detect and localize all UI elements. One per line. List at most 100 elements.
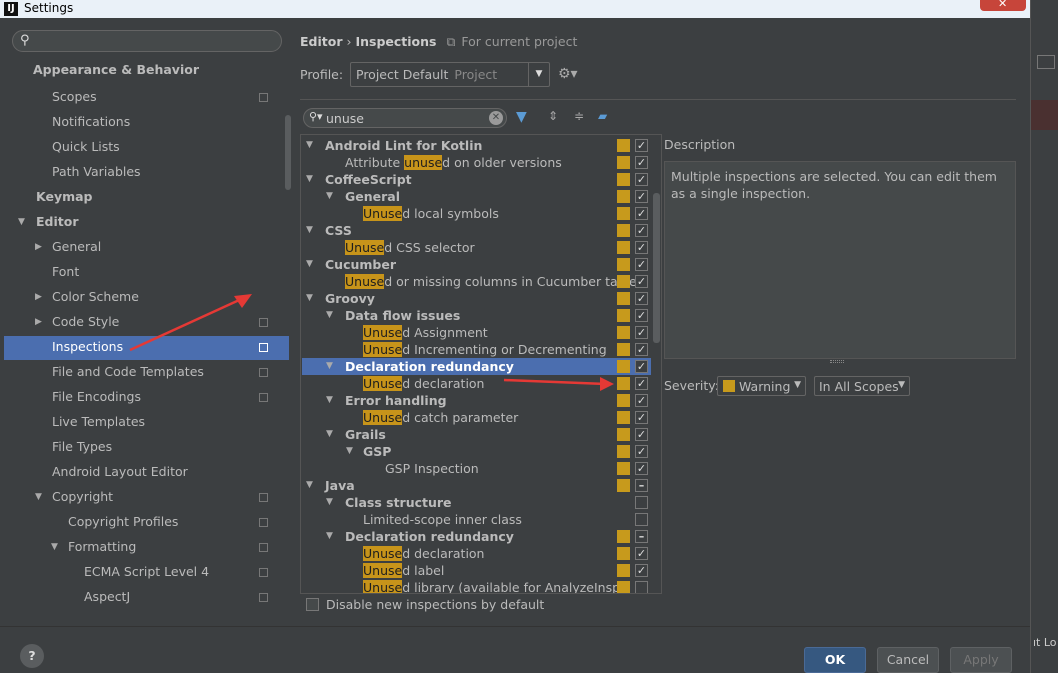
chevron-down-icon[interactable]: ▼ bbox=[326, 188, 333, 205]
inspection-enable-checkbox[interactable]: ✓ bbox=[635, 173, 648, 186]
inspection-group[interactable]: ▼ CSS ✓ bbox=[301, 222, 661, 239]
inspection-enable-checkbox[interactable]: ✓ bbox=[635, 224, 648, 237]
breadcrumb-editor[interactable]: Editor bbox=[300, 34, 343, 49]
chevron-down-icon[interactable]: ▼ bbox=[51, 536, 58, 558]
inspection-enable-checkbox[interactable]: ✓ bbox=[635, 411, 648, 424]
sidebar-item-quick-lists[interactable]: Quick Lists bbox=[52, 136, 120, 158]
sidebar-item-general[interactable]: General bbox=[52, 236, 101, 258]
expand-all-icon[interactable]: ⇕ bbox=[548, 109, 558, 123]
inspection-item[interactable]: Unused or missing columns in Cucumber ta… bbox=[301, 273, 661, 290]
sidebar-item-ecma-script-level-4[interactable]: ECMA Script Level 4 bbox=[84, 561, 209, 583]
chevron-right-icon[interactable]: ▶ bbox=[35, 236, 42, 258]
chevron-down-icon[interactable]: ▼ bbox=[18, 211, 25, 233]
sidebar-item-editor[interactable]: Editor bbox=[36, 211, 79, 233]
inspection-enable-checkbox[interactable]: ✓ bbox=[635, 462, 648, 475]
sidebar-item-aspectj[interactable]: AspectJ bbox=[84, 586, 130, 608]
inspection-item[interactable]: GSP Inspection ✓ bbox=[301, 460, 661, 477]
inspection-enable-checkbox[interactable]: – bbox=[635, 479, 648, 492]
inspection-enable-checkbox[interactable]: ✓ bbox=[635, 326, 648, 339]
chevron-down-icon[interactable]: ▼ bbox=[306, 256, 313, 273]
sidebar-item-file-types[interactable]: File Types bbox=[52, 436, 112, 458]
clear-icon[interactable]: ✕ bbox=[489, 111, 503, 125]
inspection-enable-checkbox[interactable]: ✓ bbox=[635, 156, 648, 169]
inspection-enable-checkbox[interactable]: ✓ bbox=[635, 445, 648, 458]
inspection-enable-checkbox[interactable]: ✓ bbox=[635, 292, 648, 305]
inspection-item[interactable]: Unused declaration ✓ bbox=[301, 375, 661, 392]
inspection-item[interactable]: Unused CSS selector ✓ bbox=[301, 239, 661, 256]
sidebar-item-file-encodings[interactable]: File Encodings bbox=[52, 386, 141, 408]
chevron-down-icon[interactable]: ▼ bbox=[326, 307, 333, 324]
inspection-item[interactable]: Attribute unused on older versions ✓ bbox=[301, 154, 661, 171]
inspection-enable-checkbox[interactable]: – bbox=[635, 530, 648, 543]
inspection-enable-checkbox[interactable]: ✓ bbox=[635, 377, 648, 390]
splitter-grip[interactable] bbox=[830, 360, 844, 363]
chevron-down-icon[interactable]: ▼ bbox=[326, 528, 333, 545]
inspection-item[interactable]: Unused Incrementing or Decrementing ✓ bbox=[301, 341, 661, 358]
inspection-group[interactable]: ▼ General ✓ bbox=[301, 188, 661, 205]
inspection-enable-checkbox[interactable]: ✓ bbox=[635, 428, 648, 441]
settings-search-input[interactable]: ⚲ bbox=[12, 30, 282, 52]
inspection-group[interactable]: ▼ Cucumber ✓ bbox=[301, 256, 661, 273]
sidebar-item-copyright[interactable]: Copyright bbox=[52, 486, 113, 508]
inspection-group[interactable]: ▼ Error handling ✓ bbox=[301, 392, 661, 409]
chevron-down-icon[interactable]: ▼ bbox=[326, 494, 333, 511]
inspection-enable-checkbox[interactable] bbox=[635, 581, 648, 593]
inspection-item[interactable]: Limited-scope inner class bbox=[301, 511, 661, 528]
inspection-enable-checkbox[interactable]: ✓ bbox=[635, 207, 648, 220]
sidebar-item-font[interactable]: Font bbox=[52, 261, 79, 283]
reset-icon[interactable]: ▰ bbox=[598, 109, 607, 123]
sidebar-item-file-and-code-templates[interactable]: File and Code Templates bbox=[52, 361, 204, 383]
inspection-item[interactable]: Unused catch parameter ✓ bbox=[301, 409, 661, 426]
sidebar-item-color-scheme[interactable]: Color Scheme bbox=[52, 286, 139, 308]
inspection-enable-checkbox[interactable]: ✓ bbox=[635, 564, 648, 577]
sidebar-item-live-templates[interactable]: Live Templates bbox=[52, 411, 145, 433]
collapse-all-icon[interactable]: ≑ bbox=[574, 109, 584, 123]
chevron-down-icon[interactable]: ▼ bbox=[326, 358, 333, 375]
gear-icon[interactable]: ⚙▾ bbox=[558, 66, 578, 82]
inspection-enable-checkbox[interactable] bbox=[635, 496, 648, 509]
inspection-enable-checkbox[interactable]: ✓ bbox=[635, 241, 648, 254]
inspection-group[interactable]: ▼ Class structure bbox=[301, 494, 661, 511]
inspection-group[interactable]: ▼ Android Lint for Kotlin ✓ bbox=[301, 137, 661, 154]
chevron-down-icon[interactable]: ▼ bbox=[306, 137, 313, 154]
window-close-button[interactable]: ✕ bbox=[980, 0, 1026, 11]
inspection-enable-checkbox[interactable]: ✓ bbox=[635, 258, 648, 271]
inspection-group[interactable]: ▼ CoffeeScript ✓ bbox=[301, 171, 661, 188]
apply-button[interactable]: Apply bbox=[950, 647, 1012, 673]
scope-dropdown[interactable]: In All Scopes ▼ bbox=[814, 376, 910, 396]
sidebar-item-path-variables[interactable]: Path Variables bbox=[52, 161, 141, 183]
inspection-enable-checkbox[interactable]: ✓ bbox=[635, 139, 648, 152]
chevron-down-icon[interactable]: ▼ bbox=[306, 477, 313, 494]
inspection-enable-checkbox[interactable]: ✓ bbox=[635, 343, 648, 356]
inspection-group[interactable]: ▼ Groovy ✓ bbox=[301, 290, 661, 307]
inspection-group[interactable]: ▼ GSP ✓ bbox=[301, 443, 661, 460]
sidebar-item-inspections[interactable]: Inspections bbox=[52, 336, 123, 358]
sidebar-item-code-style[interactable]: Code Style bbox=[52, 311, 119, 333]
chevron-down-icon[interactable]: ▼ bbox=[306, 222, 313, 239]
chevron-right-icon[interactable]: ▶ bbox=[35, 311, 42, 333]
inspection-group[interactable]: ▼ Declaration redundancy ✓ bbox=[301, 358, 661, 375]
sidebar-item-copyright-profiles[interactable]: Copyright Profiles bbox=[68, 511, 178, 533]
chevron-right-icon[interactable]: ▶ bbox=[35, 286, 42, 308]
disable-new-inspections-checkbox[interactable] bbox=[306, 598, 319, 611]
cancel-button[interactable]: Cancel bbox=[877, 647, 939, 673]
inspection-group[interactable]: ▼ Grails ✓ bbox=[301, 426, 661, 443]
inspection-enable-checkbox[interactable] bbox=[635, 513, 648, 526]
chevron-down-icon[interactable]: ▼ bbox=[326, 392, 333, 409]
inspection-item[interactable]: Unused library (available for AnalyzeIns… bbox=[301, 579, 661, 593]
inspection-item[interactable]: Unused label ✓ bbox=[301, 562, 661, 579]
chevron-down-icon[interactable]: ▼ bbox=[306, 171, 313, 188]
inspection-item[interactable]: Unused Assignment ✓ bbox=[301, 324, 661, 341]
sidebar-item-appearance-behavior[interactable]: Appearance & Behavior bbox=[33, 59, 199, 81]
sidebar-scrollbar[interactable] bbox=[285, 115, 291, 190]
help-button[interactable]: ? bbox=[20, 644, 44, 668]
inspection-enable-checkbox[interactable]: ✓ bbox=[635, 275, 648, 288]
sidebar-item-notifications[interactable]: Notifications bbox=[52, 111, 130, 133]
filter-icon[interactable]: ▼ bbox=[516, 109, 527, 125]
ok-button[interactable]: OK bbox=[804, 647, 866, 673]
chevron-down-icon[interactable]: ▼ bbox=[35, 486, 42, 508]
sidebar-item-scopes[interactable]: Scopes bbox=[52, 86, 97, 108]
inspection-enable-checkbox[interactable]: ✓ bbox=[635, 309, 648, 322]
sidebar-item-formatting[interactable]: Formatting bbox=[68, 536, 136, 558]
inspection-enable-checkbox[interactable]: ✓ bbox=[635, 190, 648, 203]
